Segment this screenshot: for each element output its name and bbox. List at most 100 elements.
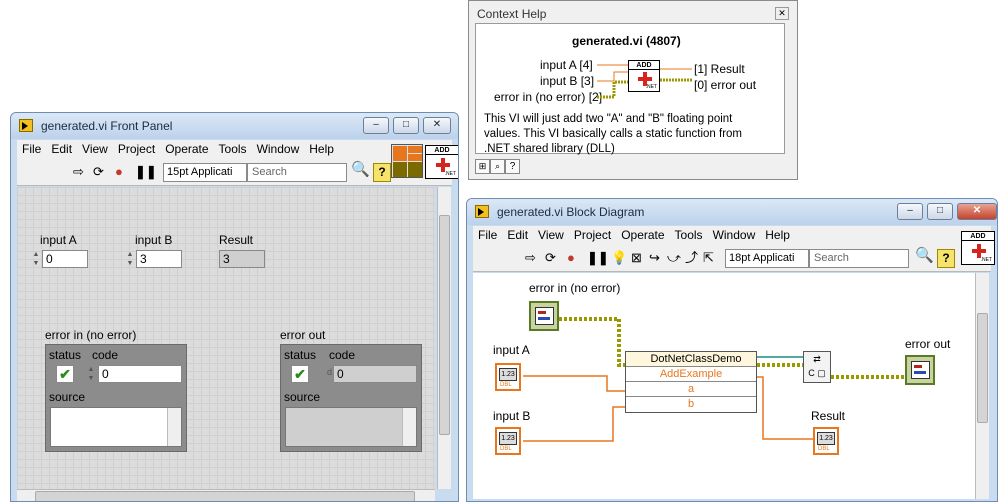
menu-project[interactable]: Project (113, 140, 160, 158)
run-arrow-icon[interactable]: ⇨ (525, 251, 536, 265)
run-arrow-icon[interactable]: ⇨ (73, 165, 84, 179)
font-select[interactable]: 15pt Applicati (163, 163, 247, 182)
front-panel-hscroll[interactable] (17, 489, 435, 501)
step-over-icon[interactable]: ⤻ (667, 251, 681, 265)
bd-input-b-type: DBL (500, 446, 512, 452)
invoke-node-method: AddExample (626, 367, 756, 382)
block-diagram-toolbar: ⇨ ⟳ ● ❚❚ 💡 ⊠ ↪ ⤻ ⤴ ⇱ 18pt Applicati Sear… (473, 246, 991, 272)
vi-add-icon[interactable]: ADD .NET (961, 231, 995, 265)
error-in-code-stepper[interactable]: ▲ ▼ (86, 365, 96, 383)
invoke-node[interactable]: DotNetClassDemo AddExample a b (625, 351, 757, 413)
context-help-buttons: ⊞ ⌕? (475, 158, 520, 176)
error-in-cluster: status code ✔ ▲ ▼ 0 source (45, 344, 187, 452)
context-help-title: Context Help (477, 7, 547, 21)
run-continuously-icon[interactable]: ⟳ (545, 251, 556, 265)
menu-edit[interactable]: Edit (46, 140, 77, 158)
input-a-field[interactable]: 0 (42, 250, 88, 268)
input-a-label: input A (40, 233, 77, 247)
menu-operate[interactable]: Operate (160, 140, 213, 158)
highlight-execution-icon[interactable]: 💡 (611, 251, 627, 265)
bd-input-b-terminal[interactable]: 1.23 DBL (495, 427, 521, 455)
block-diagram-window: generated.vi Block Diagram – □ ✕ File Edi… (466, 198, 998, 502)
detailed-help-icon[interactable]: ? (505, 159, 520, 174)
menu-view[interactable]: View (77, 140, 113, 158)
lock-help-icon[interactable]: ⊞ (475, 159, 490, 174)
error-out-status-label: status (284, 348, 317, 362)
menu-tools[interactable]: Tools (214, 140, 252, 158)
error-in-code-label: code (92, 348, 119, 362)
pause-icon[interactable]: ❚❚ (135, 165, 157, 179)
menu-project[interactable]: Project (569, 226, 616, 244)
menu-window[interactable]: Window (708, 226, 761, 244)
context-help-icon-footer: .NET (645, 84, 657, 90)
front-panel-titlebar[interactable]: generated.vi Front Panel – □ ✕ (11, 113, 458, 139)
search-input[interactable]: Search (809, 249, 909, 268)
step-out-icon[interactable]: ⤴ (685, 251, 698, 265)
block-diagram-titlebar[interactable]: generated.vi Block Diagram – □ ✕ (467, 199, 997, 225)
error-in-source-field[interactable] (50, 407, 182, 447)
bd-error-out-terminal[interactable] (905, 355, 935, 385)
menu-tools[interactable]: Tools (670, 226, 708, 244)
bd-input-a-label: input A (493, 343, 530, 357)
search-icon[interactable]: 🔍 (351, 162, 370, 177)
menu-file[interactable]: File (473, 226, 502, 244)
bd-error-in-terminal[interactable] (529, 301, 559, 331)
icon-header: ADD (962, 232, 994, 241)
input-b-label: input B (135, 233, 173, 247)
vi-icon (475, 205, 489, 218)
retain-wire-values-icon[interactable]: ⊠ (631, 251, 642, 265)
menu-file[interactable]: File (17, 140, 46, 158)
abort-icon[interactable]: ● (115, 165, 123, 179)
error-out-cluster: status code ✔ d 0 source (280, 344, 422, 452)
pause-icon[interactable]: ❚❚ (587, 251, 609, 265)
input-b-field[interactable]: 3 (136, 250, 182, 268)
context-help-close-button[interactable]: ✕ (775, 7, 789, 20)
help-icon[interactable]: ? (937, 249, 955, 268)
abort-icon[interactable]: ● (567, 251, 575, 265)
show-optional-icon[interactable]: ⌕ (490, 159, 505, 174)
input-a-stepper[interactable]: ▲ ▼ (31, 250, 41, 268)
menu-operate[interactable]: Operate (616, 226, 669, 244)
front-panel-vscroll[interactable] (437, 187, 451, 489)
block-diagram-vscroll[interactable] (975, 273, 989, 499)
help-icon[interactable]: ? (373, 163, 391, 182)
menu-edit[interactable]: Edit (502, 226, 533, 244)
menu-help[interactable]: Help (304, 140, 339, 158)
menu-help[interactable]: Help (760, 226, 795, 244)
close-button[interactable]: ✕ (957, 203, 997, 220)
error-in-source-scrollbar[interactable] (167, 408, 181, 446)
search-input[interactable]: Search (247, 163, 347, 182)
context-help-description: This VI will just add two "A" and "B" fl… (484, 113, 743, 155)
maximize-button[interactable]: □ (393, 117, 419, 134)
menu-window[interactable]: Window (252, 140, 305, 158)
error-in-code-field[interactable]: 0 (98, 365, 182, 383)
invoke-node-class: DotNetClassDemo (626, 352, 756, 367)
context-help-icon-header: ADD (629, 61, 659, 70)
close-reference-node[interactable]: ⇄ C ▢ (803, 351, 831, 383)
bd-input-a-terminal[interactable]: 1.23 DBL (495, 363, 521, 391)
block-diagram-title: generated.vi Block Diagram (497, 205, 645, 219)
vi-add-icon[interactable]: ADD .NET (425, 145, 458, 179)
font-select[interactable]: 18pt Applicati (725, 249, 809, 268)
bd-result-type: DBL (818, 446, 830, 452)
plus-icon (436, 158, 450, 172)
front-panel-title: generated.vi Front Panel (41, 119, 173, 133)
clean-diagram-icon[interactable]: ⇱ (703, 251, 714, 265)
input-b-stepper[interactable]: ▲ ▼ (125, 250, 135, 268)
search-icon[interactable]: 🔍 (915, 248, 934, 263)
error-out-code-field: 0 (333, 365, 417, 383)
run-continuously-icon[interactable]: ⟳ (93, 165, 104, 179)
error-in-status-checkbox[interactable]: ✔ (56, 365, 74, 383)
close-button[interactable]: ✕ (423, 117, 451, 134)
block-diagram-menubar: File Edit View Project Operate Tools Window Hel… (473, 226, 991, 246)
invoke-node-param-a: a (626, 382, 756, 397)
error-out-source-field (285, 407, 417, 447)
connector-pane-icon[interactable] (391, 144, 423, 178)
minimize-button[interactable]: – (363, 117, 389, 134)
menu-view[interactable]: View (533, 226, 569, 244)
maximize-button[interactable]: □ (927, 203, 953, 220)
error-out-source-scrollbar[interactable] (402, 408, 416, 446)
bd-result-terminal[interactable]: 1.23 DBL (813, 427, 839, 455)
minimize-button[interactable]: – (897, 203, 923, 220)
step-into-icon[interactable]: ↪ (649, 251, 660, 265)
